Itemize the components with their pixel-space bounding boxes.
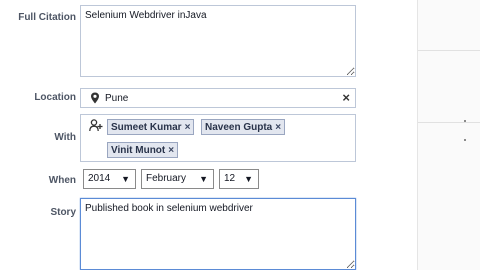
- with-label: With: [54, 132, 76, 143]
- remove-token-icon[interactable]: ×: [168, 145, 174, 156]
- clear-location-icon[interactable]: ×: [342, 90, 350, 105]
- year-value: 2014: [88, 173, 111, 184]
- when-label: When: [48, 175, 76, 186]
- full-citation-label: Full Citation: [18, 12, 76, 23]
- chevron-down-icon: ▼: [244, 174, 253, 184]
- chevron-down-icon: ▼: [199, 174, 208, 184]
- dot-marker: [464, 139, 466, 141]
- panel-divider: [418, 50, 480, 51]
- with-token-field[interactable]: Sumeet Kumar × Naveen Gupta × Vinit Munot ×: [80, 114, 356, 162]
- day-select[interactable]: 12 ▼: [219, 169, 259, 189]
- dot-marker: [464, 120, 466, 122]
- story-label: Story: [50, 207, 76, 218]
- day-value: 12: [224, 173, 236, 184]
- story-textarea[interactable]: Published book in selenium webdriver: [80, 198, 356, 270]
- token-name: Vinit Munot: [111, 145, 166, 156]
- side-panel: [417, 0, 480, 270]
- token-name: Sumeet Kumar: [111, 122, 182, 133]
- chevron-down-icon: ▼: [121, 174, 130, 184]
- location-field[interactable]: Pune ×: [80, 88, 356, 108]
- with-token[interactable]: Naveen Gupta ×: [201, 119, 286, 135]
- location-label: Location: [34, 92, 76, 103]
- month-select[interactable]: February ▼: [141, 169, 214, 189]
- with-token[interactable]: Sumeet Kumar ×: [107, 119, 195, 135]
- year-select[interactable]: 2014 ▼: [83, 169, 136, 189]
- panel-divider: [418, 122, 480, 123]
- location-value: Pune: [105, 93, 129, 104]
- month-value: February: [146, 173, 187, 184]
- token-name: Naveen Gupta: [205, 122, 273, 133]
- add-friend-icon: [89, 119, 103, 132]
- remove-token-icon[interactable]: ×: [275, 122, 281, 133]
- map-pin-icon: [91, 92, 99, 104]
- remove-token-icon[interactable]: ×: [185, 122, 191, 133]
- full-citation-textarea[interactable]: Selenium Webdriver inJava: [80, 5, 356, 77]
- with-token[interactable]: Vinit Munot ×: [107, 142, 179, 158]
